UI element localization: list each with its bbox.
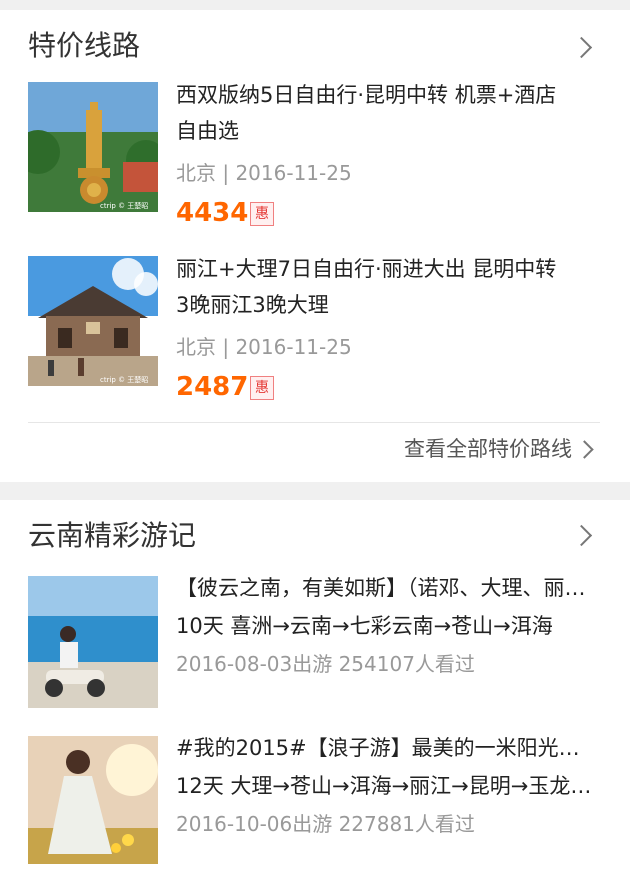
- divider: [28, 422, 600, 423]
- travelogue-meta: 2016-08-03出游 254107人看过: [176, 652, 475, 676]
- deal-meta: 北京 | 2016-11-25: [176, 161, 352, 185]
- travelogues-title: 云南精彩游记: [28, 519, 197, 552]
- travelogue-meta: 2016-10-06出游 227881人看过: [176, 812, 475, 836]
- deal-thumbnail: ctrip © 王楚昭: [28, 82, 158, 212]
- chevron-right-icon: [575, 440, 594, 459]
- travelogues-chevron-right-icon[interactable]: [570, 524, 593, 547]
- deal-title-line1: 丽江+大理7日自由行·丽进大出 昆明中转: [176, 257, 557, 281]
- travelogue-route: 12天 大理→苍山→洱海→丽江→昆明→玉龙雪山: [176, 774, 596, 798]
- travelogue-thumbnail: [28, 576, 158, 708]
- deal-thumbnail: ctrip © 王楚昭: [28, 256, 158, 386]
- deal-price: 4434: [176, 198, 249, 228]
- travelogues-card: 云南精彩游记 【彼云之南，有美如斯】（诺邓、大理、丽江、泸沽湖） 10天 喜洲→…: [0, 500, 630, 886]
- deal-price: 2487: [176, 372, 249, 402]
- deal-meta: 北京 | 2016-11-25: [176, 335, 352, 359]
- travelogue-route: 10天 喜洲→云南→七彩云南→苍山→洱海: [176, 614, 553, 638]
- deals-chevron-right-icon[interactable]: [570, 36, 593, 59]
- deal-title-line1: 西双版纳5日自由行·昆明中转 机票+酒店: [176, 83, 557, 107]
- travelogue-thumbnail: [28, 736, 158, 864]
- deal-image-watermark: ctrip © 王楚昭: [100, 201, 148, 210]
- view-all-deals-label: 查看全部特价路线: [404, 437, 572, 461]
- deal-image-watermark: ctrip © 王楚昭: [100, 375, 148, 384]
- discount-badge: 惠: [250, 202, 274, 226]
- deal-title-line2: 3晚丽江3晚大理: [176, 293, 329, 317]
- deal-title-line2: 自由选: [176, 119, 239, 143]
- discount-badge: 惠: [250, 376, 274, 400]
- travelogue-title: #我的2015#【浪子游】最美的一米阳光在云南: [176, 736, 596, 760]
- deals-card: 特价线路 ctrip © 王楚昭 西双版纳5日自由行·昆明中转 机票+酒店 自由…: [0, 10, 630, 482]
- deals-title: 特价线路: [28, 29, 141, 62]
- travelogue-title: 【彼云之南，有美如斯】（诺邓、大理、丽江、泸沽湖）: [176, 576, 596, 600]
